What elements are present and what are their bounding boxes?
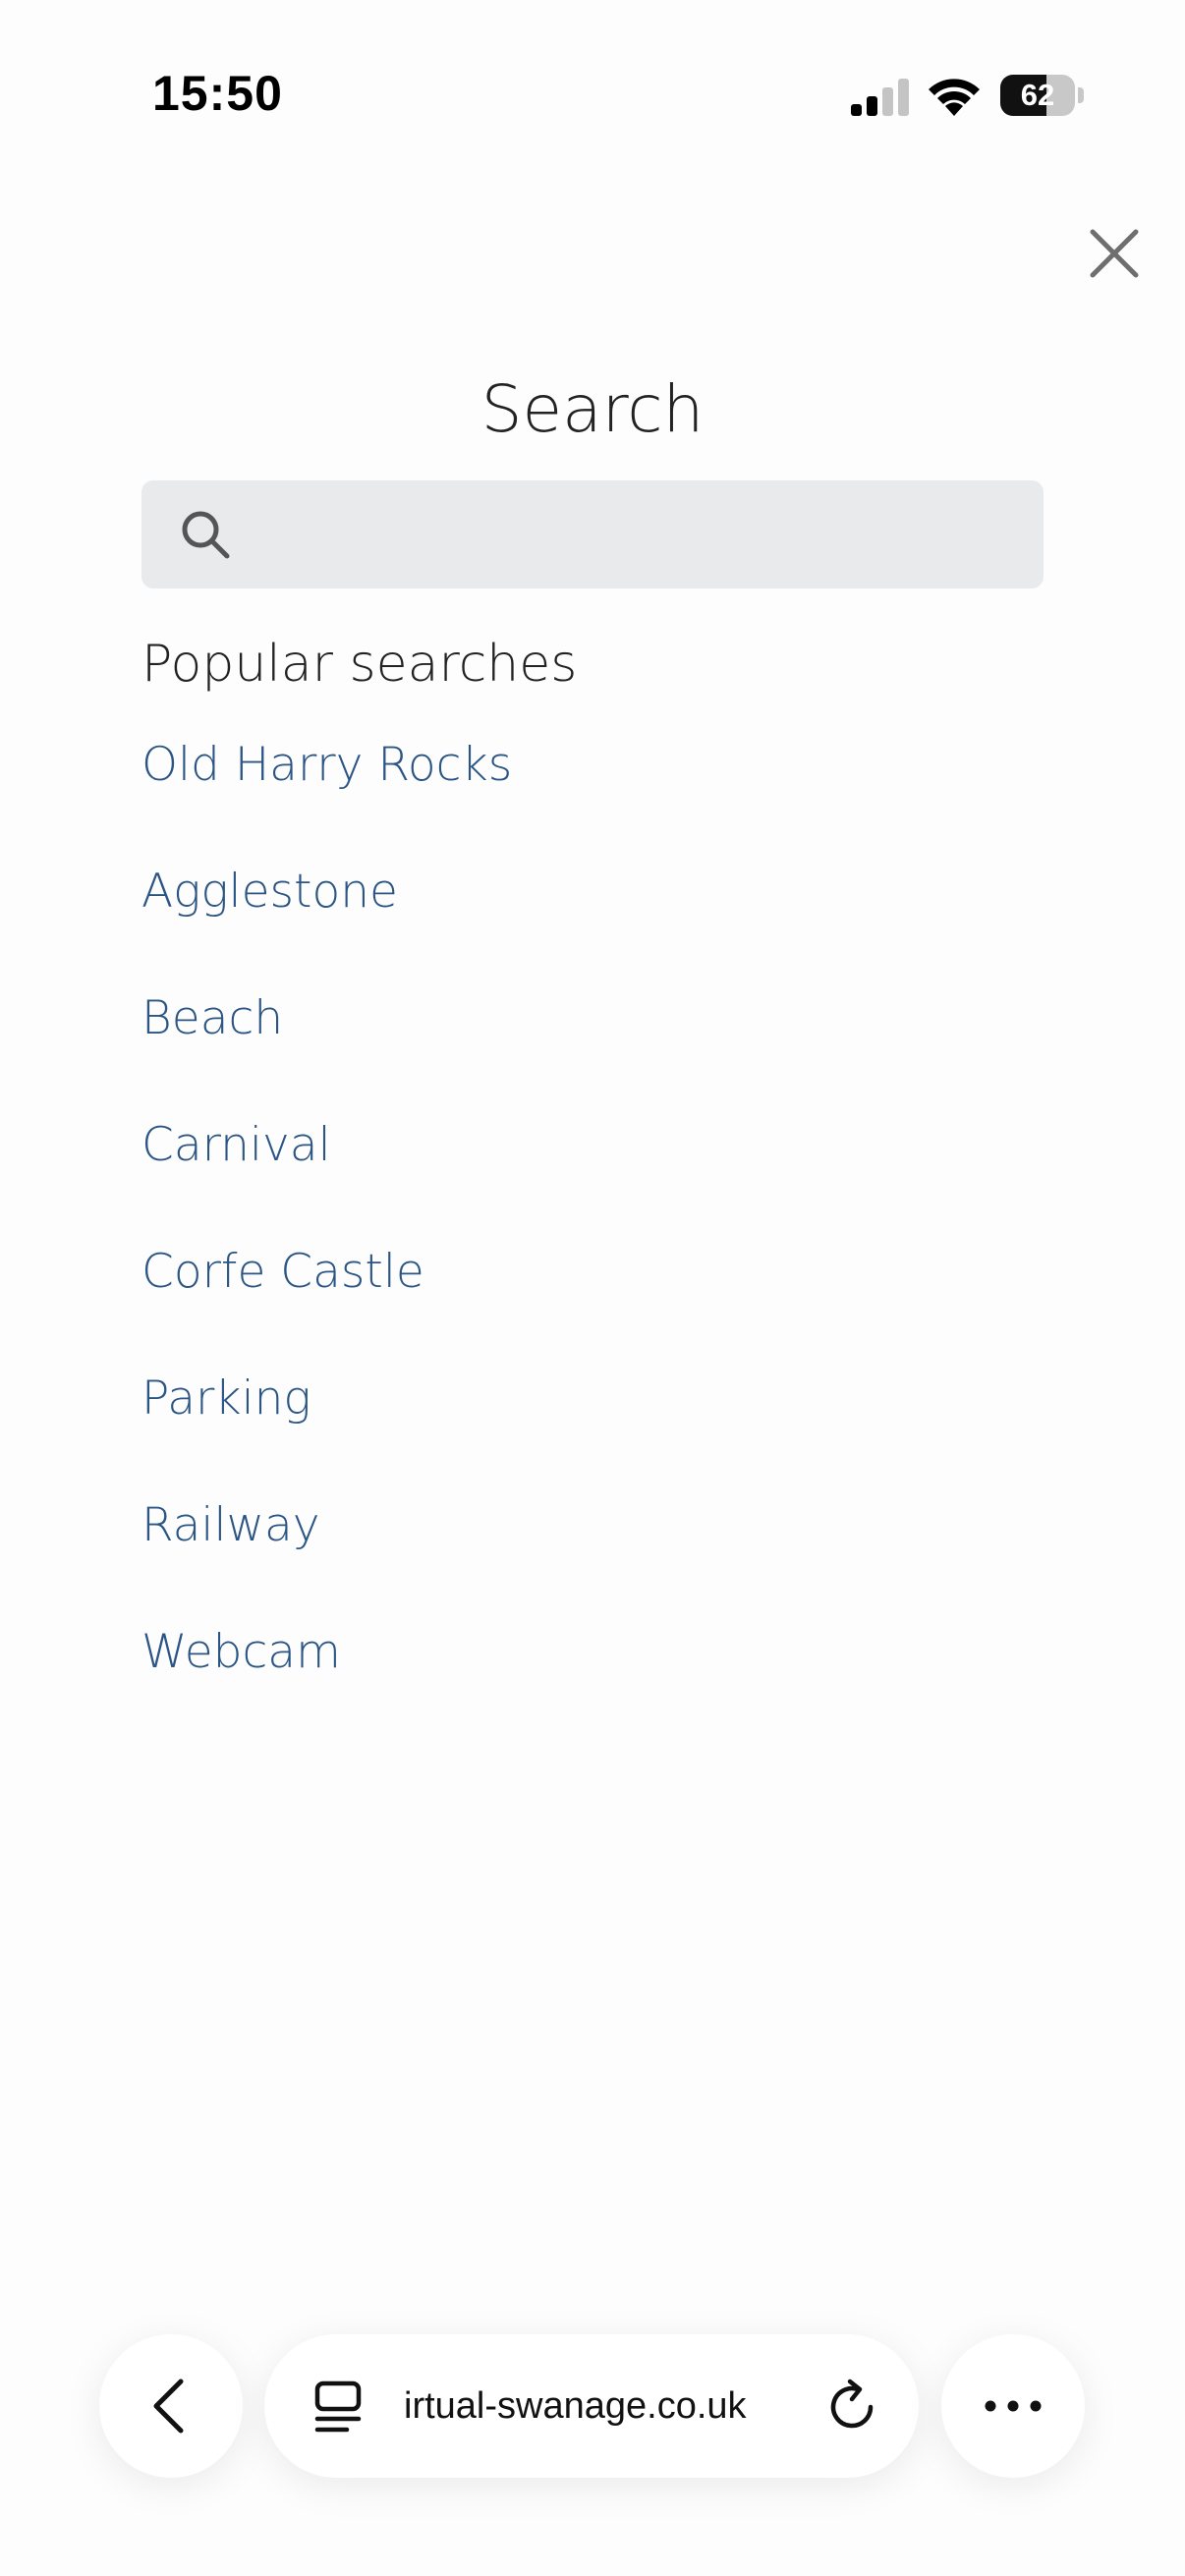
list-item: Agglestone (141, 859, 512, 985)
reload-icon[interactable] (824, 2378, 881, 2435)
popular-search-link[interactable]: Beach (141, 985, 283, 1052)
list-item: Old Harry Rocks (141, 732, 512, 859)
list-item: Railway (141, 1492, 512, 1619)
search-box[interactable] (141, 480, 1044, 590)
search-icon (182, 511, 230, 559)
popular-search-link[interactable]: Carnival (141, 1112, 331, 1179)
popular-searches-heading: Popular searches (141, 635, 578, 694)
popular-searches-list: Old Harry Rocks Agglestone Beach Carniva… (141, 732, 512, 1746)
list-item: Webcam (141, 1619, 512, 1746)
close-icon[interactable] (1085, 224, 1144, 283)
popular-search-link[interactable]: Webcam (141, 1619, 341, 1686)
list-item: Corfe Castle (141, 1239, 512, 1366)
page-title: Search (480, 371, 705, 447)
battery-nub (1078, 87, 1084, 103)
more-icon (985, 2400, 1042, 2412)
url-text[interactable]: irtual-swanage.co.uk (404, 2334, 747, 2478)
list-item: Carnival (141, 1112, 512, 1239)
more-button[interactable] (941, 2334, 1085, 2478)
wifi-icon (929, 79, 980, 116)
search-input[interactable] (250, 480, 1020, 590)
list-item: Parking (141, 1366, 512, 1492)
cellular-signal-icon (851, 79, 909, 116)
battery-icon: 62 (1000, 75, 1075, 116)
popular-search-link[interactable]: Old Harry Rocks (141, 732, 512, 799)
chevron-left-icon (153, 2379, 184, 2434)
popular-search-link[interactable]: Parking (141, 1366, 311, 1432)
tabs-icon[interactable] (310, 2378, 367, 2435)
popular-search-link[interactable]: Agglestone (141, 859, 398, 925)
back-button[interactable] (99, 2334, 243, 2478)
popular-search-link[interactable]: Railway (141, 1492, 320, 1559)
status-time: 15:50 (152, 66, 283, 121)
battery-percent: 62 (1020, 78, 1055, 112)
popular-search-link[interactable]: Corfe Castle (141, 1239, 424, 1306)
address-bar[interactable]: irtual-swanage.co.uk (264, 2334, 919, 2478)
list-item: Beach (141, 985, 512, 1112)
